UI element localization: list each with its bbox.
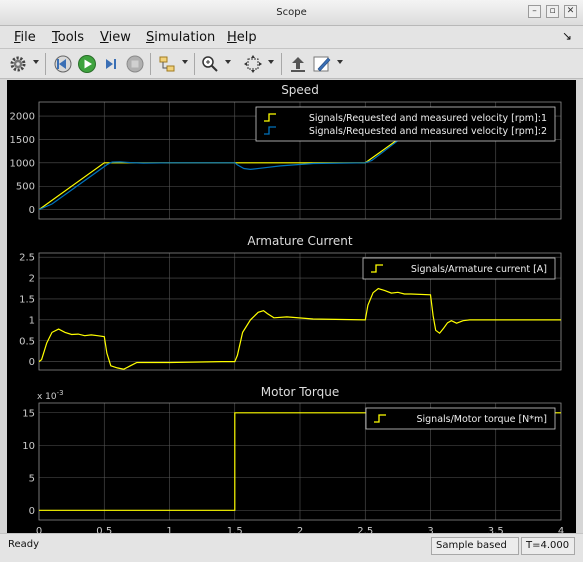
zoom-dropdown-icon[interactable] <box>224 58 232 66</box>
menu-view-rest: iew <box>108 30 131 45</box>
x-tick-label: 0 <box>36 526 42 533</box>
y-tick-label: 1 <box>29 315 35 326</box>
style-icon[interactable] <box>312 54 332 74</box>
y-tick-label: 0 <box>29 205 35 216</box>
menu-help-rest: elp <box>236 30 257 45</box>
menu-tools-rest: ools <box>57 30 85 45</box>
x-tick-label: 0.5 <box>96 526 112 533</box>
y-tick-label: 0 <box>29 357 35 368</box>
scope-display[interactable]: Speed 0 500 1000 1500 2000 Signals/Requested a… <box>7 80 576 533</box>
y-tick-label: 1.5 <box>19 294 35 305</box>
highlight-block-icon[interactable] <box>288 54 308 74</box>
maximize-button[interactable]: ▫ <box>546 5 559 18</box>
minimize-button[interactable]: – <box>528 5 541 18</box>
y-tick-label: 0 <box>29 506 35 517</box>
toolbar-separator <box>281 53 282 75</box>
y-tick-label: 2 <box>29 274 35 285</box>
axes-2[interactable]: Motor Torque 0 5 10 15x 10-3 0 0.5 1 1.5 2 2.5 3 3.5… <box>22 385 564 533</box>
toolbar <box>0 49 583 79</box>
x-tick-label: 2.5 <box>357 526 373 533</box>
autoscale-icon[interactable] <box>243 54 263 74</box>
status-bar: Ready Sample based T=4.000 <box>0 533 583 562</box>
autoscale-dropdown-icon[interactable] <box>267 58 275 66</box>
window-title: Scope <box>276 7 307 18</box>
y-exponent-label: x 10-3 <box>37 389 64 402</box>
y-tick-label: 15 <box>22 408 35 419</box>
simulation-time-indicator: T=4.000 <box>521 537 575 555</box>
scope-plots: Speed0500100015002000 Signals/Requested a… <box>10 83 565 533</box>
legend[interactable]: Signals/Requested and measured velocity … <box>255 106 556 142</box>
dock-arrow-icon[interactable]: ↘ <box>562 29 572 43</box>
menu-simulation[interactable]: Simulation <box>146 30 215 45</box>
legend[interactable]: Signals/Armature current [A] <box>362 257 556 280</box>
y-tick-label: 0.5 <box>19 336 35 347</box>
signal-selector-icon[interactable] <box>157 54 177 74</box>
y-tick-label: 2000 <box>10 112 35 123</box>
x-tick-label: 1.5 <box>227 526 243 533</box>
menu-view[interactable]: View <box>100 30 131 45</box>
zoom-icon[interactable] <box>200 54 220 74</box>
close-button[interactable]: ✕ <box>564 5 577 18</box>
y-tick-label: 500 <box>16 182 35 193</box>
toolbar-separator <box>194 53 195 75</box>
title-bar: Scope – ▫ ✕ <box>0 0 583 26</box>
menu-help-mnemonic: H <box>227 30 237 45</box>
settings-dropdown-icon[interactable] <box>32 58 40 66</box>
step-back-icon[interactable] <box>53 54 73 74</box>
signal-selector-dropdown-icon[interactable] <box>181 58 189 66</box>
x-tick-label: 3.5 <box>488 526 504 533</box>
x-tick-label: 4 <box>558 526 564 533</box>
status-ready: Ready <box>8 539 40 550</box>
menu-view-mnemonic: V <box>100 30 109 45</box>
step-forward-icon[interactable] <box>101 54 121 74</box>
stop-icon[interactable] <box>125 54 145 74</box>
run-icon[interactable] <box>77 54 97 74</box>
axes-title: Armature Current <box>247 234 353 248</box>
x-tick-label: 1 <box>166 526 172 533</box>
axes-0[interactable]: Speed 0 500 1000 1500 2000 Signals/Requested a… <box>10 83 562 220</box>
legend-entry: Signals/Requested and measured velocity … <box>309 126 547 137</box>
x-tick-label: 2 <box>297 526 303 533</box>
legend-entry: Signals/Armature current [A] <box>411 264 547 275</box>
settings-icon[interactable] <box>8 54 28 74</box>
y-tick-label: 1000 <box>10 158 35 169</box>
legend-entry: Signals/Requested and measured velocity … <box>309 113 547 124</box>
axes-title: Speed <box>281 83 319 97</box>
y-tick-label: 1500 <box>10 135 35 146</box>
toolbar-separator <box>150 53 151 75</box>
sample-mode-indicator: Sample based <box>431 537 519 555</box>
y-tick-label: 5 <box>29 473 35 484</box>
menu-file[interactable]: File <box>14 30 36 45</box>
series-line-0 <box>39 134 405 211</box>
menu-simulation-rest: imulation <box>154 30 216 45</box>
menu-bar: File Tools View Simulation Help ↘ <box>0 26 583 49</box>
axes-title: Motor Torque <box>261 385 339 399</box>
axes-1[interactable]: Armature Current 0 0.5 1 1.5 2 2.5 Signals/Arma… <box>19 234 562 371</box>
toolbar-separator <box>45 53 46 75</box>
style-dropdown-icon[interactable] <box>336 58 344 66</box>
legend[interactable]: Signals/Motor torque [N*m] <box>365 407 556 430</box>
menu-tools[interactable]: Tools <box>52 30 84 45</box>
series-line-1 <box>39 135 405 211</box>
menu-help[interactable]: Help <box>227 30 257 45</box>
y-tick-label: 10 <box>22 441 35 452</box>
legend-entry: Signals/Motor torque [N*m] <box>416 414 547 425</box>
y-tick-label: 2.5 <box>19 253 35 264</box>
menu-file-rest: ile <box>20 30 36 45</box>
x-tick-label: 3 <box>427 526 433 533</box>
